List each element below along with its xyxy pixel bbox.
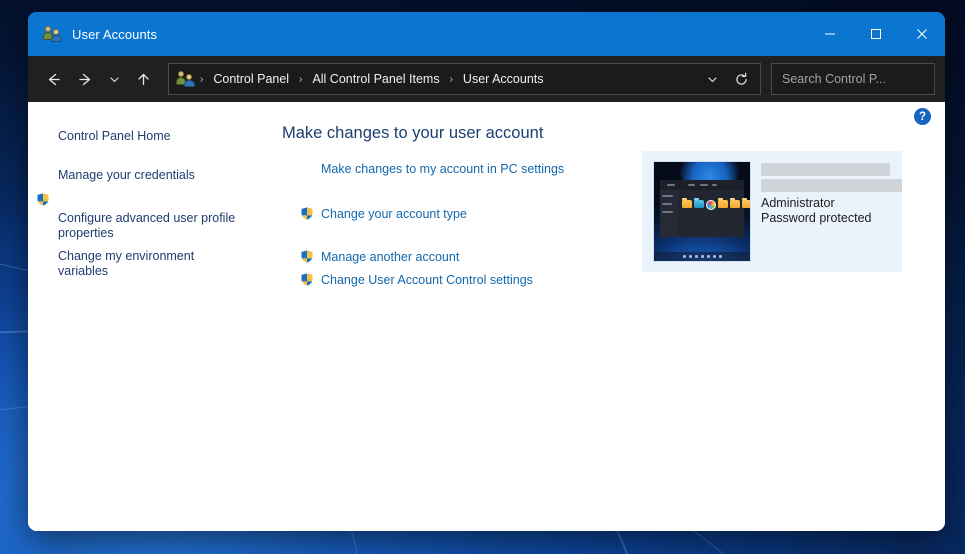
refresh-icon [735,72,747,85]
links-spacer [300,229,600,249]
address-user-accounts-icon [176,71,195,87]
close-icon [917,29,927,39]
minimize-icon [825,33,835,35]
maximize-button[interactable] [853,12,899,56]
color-wheel-icon [705,200,716,211]
forward-button[interactable] [70,64,100,94]
up-arrow-icon [137,73,149,85]
title-bar[interactable]: User Accounts [28,12,945,56]
chevron-down-icon [707,76,717,82]
desktop-background: User Accounts › Control Panel › All Cont… [0,0,965,554]
breadcrumb-item-all-control-panel-items[interactable]: All Control Panel Items [307,69,444,89]
close-button[interactable] [899,12,945,56]
account-picture-explorer-window [659,179,750,238]
user-accounts-icon [43,26,62,42]
address-bar-actions [700,64,756,94]
navigation-toolbar: › Control Panel › All Control Panel Item… [28,56,945,102]
link-manage-another-account[interactable]: Manage another account [300,249,600,266]
shield-icon-glyph [300,249,314,264]
back-button[interactable] [38,64,68,94]
breadcrumb-separator: › [299,73,303,85]
breadcrumb-separator: › [200,73,204,85]
shield-icon-glyph [300,272,314,287]
shield-icon-glyph [36,192,50,207]
account-name-redaction-line-2 [761,179,902,192]
account-picture-folder-row [681,198,750,211]
sidebar-item-change-my-environment-variables[interactable]: Change my environment variables [28,246,250,282]
shield-icon [36,192,50,207]
title-bar-left: User Accounts [28,26,157,42]
task-links: Make changes to my account in PC setting… [278,161,600,295]
shield-icon [300,249,314,264]
link-make-changes-in-pc-settings[interactable]: Make changes to my account in PC setting… [300,161,600,178]
content-columns: Make changes to my account in PC setting… [278,151,921,295]
user-accounts-window: User Accounts › Control Panel › All Cont… [28,12,945,531]
link-label: Change User Account Control settings [321,273,533,287]
link-label: Change your account type [321,207,467,221]
sidebar-item-manage-your-credentials[interactable]: Manage your credentials [28,165,250,186]
search-box[interactable] [771,63,945,95]
account-details: Administrator Password protected [751,161,902,226]
window-title: User Accounts [72,26,158,42]
page-title: Make changes to your user account [282,124,544,142]
maximize-icon [871,29,881,39]
account-picture-explorer-sidebar [659,189,679,238]
links-spacer [300,184,600,206]
breadcrumb-separator: › [449,73,453,85]
window-body: Control Panel Home Manage your credentia… [28,102,945,531]
sidebar-item-control-panel-home[interactable]: Control Panel Home [28,126,250,147]
account-type: Administrator [761,196,835,210]
account-picture-explorer-toolbar [659,179,745,190]
breadcrumb-item-user-accounts[interactable]: User Accounts [458,69,549,89]
refresh-button[interactable] [726,64,756,94]
account-name-redaction-line-1 [761,163,890,176]
link-label: Manage another account [321,250,460,264]
account-picture[interactable] [653,161,751,262]
account-password-status: Password protected [761,211,872,225]
sidebar-item-configure-advanced-user-profile-properties[interactable]: Configure advanced user profile properti… [28,208,250,244]
forward-arrow-icon [78,73,90,85]
shield-icon-glyph [300,206,314,221]
recent-locations-button[interactable] [102,64,126,94]
up-button[interactable] [128,64,158,94]
link-change-uac-settings[interactable]: Change User Account Control settings [300,272,600,289]
back-arrow-icon [48,73,60,85]
address-bar[interactable]: › Control Panel › All Control Panel Item… [168,63,761,95]
shield-icon [300,206,314,221]
search-input[interactable] [780,71,945,87]
caption-buttons [807,12,945,56]
main-content: ? Make changes to your user account Make… [260,102,945,531]
sidebar: Control Panel Home Manage your credentia… [28,102,260,531]
help-button[interactable]: ? [914,108,931,125]
account-picture-taskbar [654,252,750,261]
link-change-your-account-type[interactable]: Change your account type [300,206,600,223]
breadcrumb-item-control-panel[interactable]: Control Panel [208,69,294,89]
link-label: Make changes to my account in PC setting… [321,162,565,176]
address-dropdown-button[interactable] [700,64,724,94]
minimize-button[interactable] [807,12,853,56]
account-summary-panel: Administrator Password protected [642,151,902,272]
chevron-down-icon [109,76,119,82]
shield-icon [300,272,314,287]
